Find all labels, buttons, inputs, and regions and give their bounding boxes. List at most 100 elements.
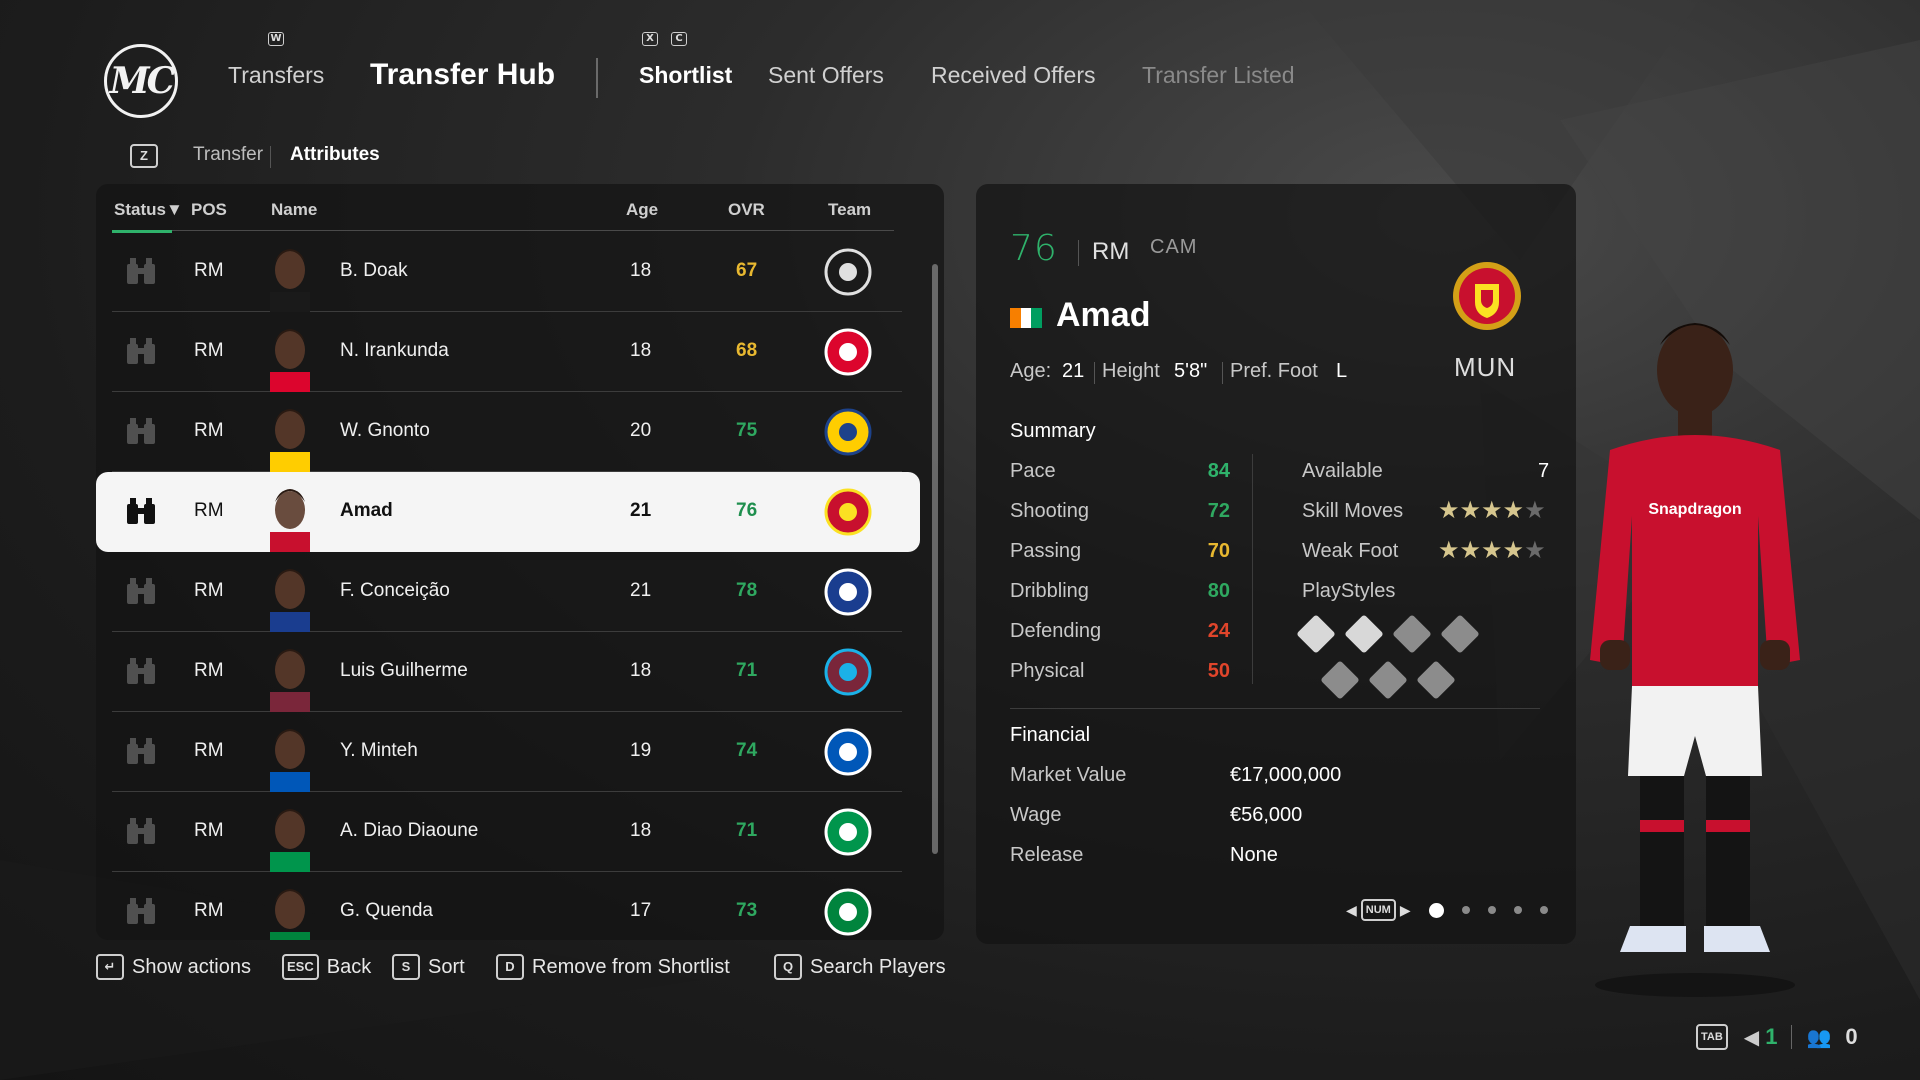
table-scrollbar[interactable] [932, 264, 938, 854]
page-dot[interactable] [1539, 906, 1548, 914]
column-pos[interactable]: POS [191, 200, 227, 220]
skill-moves-stars: ★★★★★ [1438, 496, 1546, 525]
subnav-transfer[interactable]: Transfer [193, 144, 263, 166]
column-team[interactable]: Team [828, 200, 871, 220]
summary-title: Summary [1010, 420, 1096, 442]
shortlist-table: Status▼ POS Name Age OVR Team RM B. Doak 1… [96, 184, 944, 940]
stat-label: Pace [1010, 460, 1056, 482]
team-crest-icon [824, 248, 872, 296]
tab-received-offers[interactable]: Received Offers [931, 62, 1095, 89]
player-age: 18 [630, 660, 652, 681]
playstyle-icon[interactable] [1320, 660, 1360, 700]
column-status[interactable]: Status▼ [114, 200, 183, 220]
player-ovr: 76 [736, 500, 758, 521]
header-divider [112, 230, 894, 231]
playstyle-icon[interactable] [1344, 614, 1384, 654]
player-avatar [270, 489, 310, 552]
release-label: Release [1010, 844, 1084, 866]
back-label: Back [326, 955, 372, 978]
show-actions-button[interactable]: ↵ Show actions [96, 954, 251, 980]
player-position: RM [1092, 238, 1130, 265]
table-row[interactable]: RM Amad 21 76 [96, 472, 920, 552]
playstyle-icon[interactable] [1296, 614, 1336, 654]
playstyle-icon[interactable] [1368, 660, 1408, 700]
table-row[interactable]: RM G. Quenda 17 73 [112, 872, 902, 940]
subnav-attributes[interactable]: Attributes [290, 144, 380, 166]
table-row[interactable]: RM N. Irankunda 18 68 [112, 312, 902, 392]
notification-icon: ◀ [1743, 1026, 1760, 1049]
player-name: A. Diao Diaoune [340, 820, 479, 841]
binoculars-icon [127, 578, 155, 604]
player-avatar [270, 809, 310, 872]
weak-foot-label: Weak Foot [1302, 540, 1399, 562]
table-row[interactable]: RM F. Conceição 21 78 [112, 552, 902, 632]
stat-label: Defending [1010, 620, 1102, 642]
binoculars-icon [127, 418, 155, 444]
playstyle-icon[interactable] [1440, 614, 1480, 654]
column-ovr[interactable]: OVR [728, 200, 765, 220]
star-icon: ★ [1438, 497, 1460, 524]
playstyle-icon[interactable] [1416, 660, 1456, 700]
player-position: RM [194, 580, 224, 601]
nav-divider [596, 58, 598, 98]
team-crest-icon [824, 888, 872, 936]
tab-key-icon[interactable]: TAB [1696, 1024, 1728, 1050]
player-age: 19 [630, 740, 652, 761]
back-button[interactable]: ESC Back [282, 954, 371, 980]
sort-button[interactable]: S Sort [392, 954, 465, 980]
height-label: Height [1102, 360, 1160, 382]
tab-transfer-listed[interactable]: Transfer Listed [1142, 62, 1295, 89]
status-bar: TAB ◀ 1 👥 0 [1696, 1024, 1858, 1050]
binoculars-icon [127, 818, 155, 844]
star-icon: ★ [1502, 537, 1525, 564]
player-ovr: 71 [736, 820, 758, 841]
team-crest-icon [824, 648, 872, 696]
info-divider [1094, 362, 1095, 384]
table-row[interactable]: RM A. Diao Diaoune 18 71 [112, 792, 902, 872]
nav-transfers[interactable]: Transfers [228, 62, 324, 89]
player-avatar [270, 569, 310, 632]
career-mode-logo: MC [104, 44, 178, 118]
wage-value: €56,000 [1230, 804, 1303, 826]
tab-shortlist[interactable]: Shortlist [639, 62, 732, 89]
height-value: 5'8" [1174, 360, 1208, 382]
player-avatar [270, 329, 310, 392]
page-dot[interactable] [1513, 906, 1522, 914]
column-name[interactable]: Name [271, 200, 317, 220]
star-icon: ★ [1524, 537, 1546, 564]
stat-label: Dribbling [1010, 580, 1089, 602]
tab-sent-offers[interactable]: Sent Offers [768, 62, 884, 89]
playstyle-icon[interactable] [1392, 614, 1432, 654]
page-dot[interactable] [1428, 902, 1444, 918]
pager-next-icon[interactable]: ▶ [1400, 902, 1411, 919]
search-players-button[interactable]: Q Search Players [774, 954, 946, 980]
player-age: 17 [630, 900, 652, 921]
player-name: B. Doak [340, 260, 408, 281]
star-icon: ★ [1524, 497, 1546, 524]
star-icon: ★ [1459, 537, 1482, 564]
player-ovr: 76 [1010, 228, 1058, 269]
table-row[interactable]: RM B. Doak 18 67 [112, 232, 902, 312]
age-value: 21 [1062, 360, 1085, 382]
page-dot[interactable] [1487, 906, 1496, 914]
page-indicator[interactable]: ◀ NUM ▶ [1346, 899, 1548, 921]
remove-from-shortlist-button[interactable]: D Remove from Shortlist [496, 954, 730, 980]
pager-prev-icon[interactable]: ◀ [1346, 902, 1357, 919]
show-actions-label: Show actions [132, 955, 251, 978]
player-ovr: 78 [736, 580, 758, 601]
binoculars-icon [127, 738, 155, 764]
table-row[interactable]: RM W. Gnonto 20 75 [112, 392, 902, 472]
page-dot[interactable] [1461, 906, 1470, 914]
player-name: Luis Guilherme [340, 660, 468, 681]
table-row[interactable]: RM Luis Guilherme 18 71 [112, 632, 902, 712]
column-age[interactable]: Age [626, 200, 658, 220]
subnav-key-z: Z [130, 144, 158, 168]
binoculars-icon [127, 898, 155, 924]
table-row[interactable]: RM Y. Minteh 19 74 [112, 712, 902, 792]
player-age: 20 [630, 420, 652, 441]
sort-label: Sort [428, 955, 465, 978]
player-age: 18 [630, 820, 652, 841]
player-name: Amad [340, 500, 393, 521]
nav-transfer-hub[interactable]: Transfer Hub [370, 58, 555, 92]
stat-label: Physical [1010, 660, 1085, 682]
